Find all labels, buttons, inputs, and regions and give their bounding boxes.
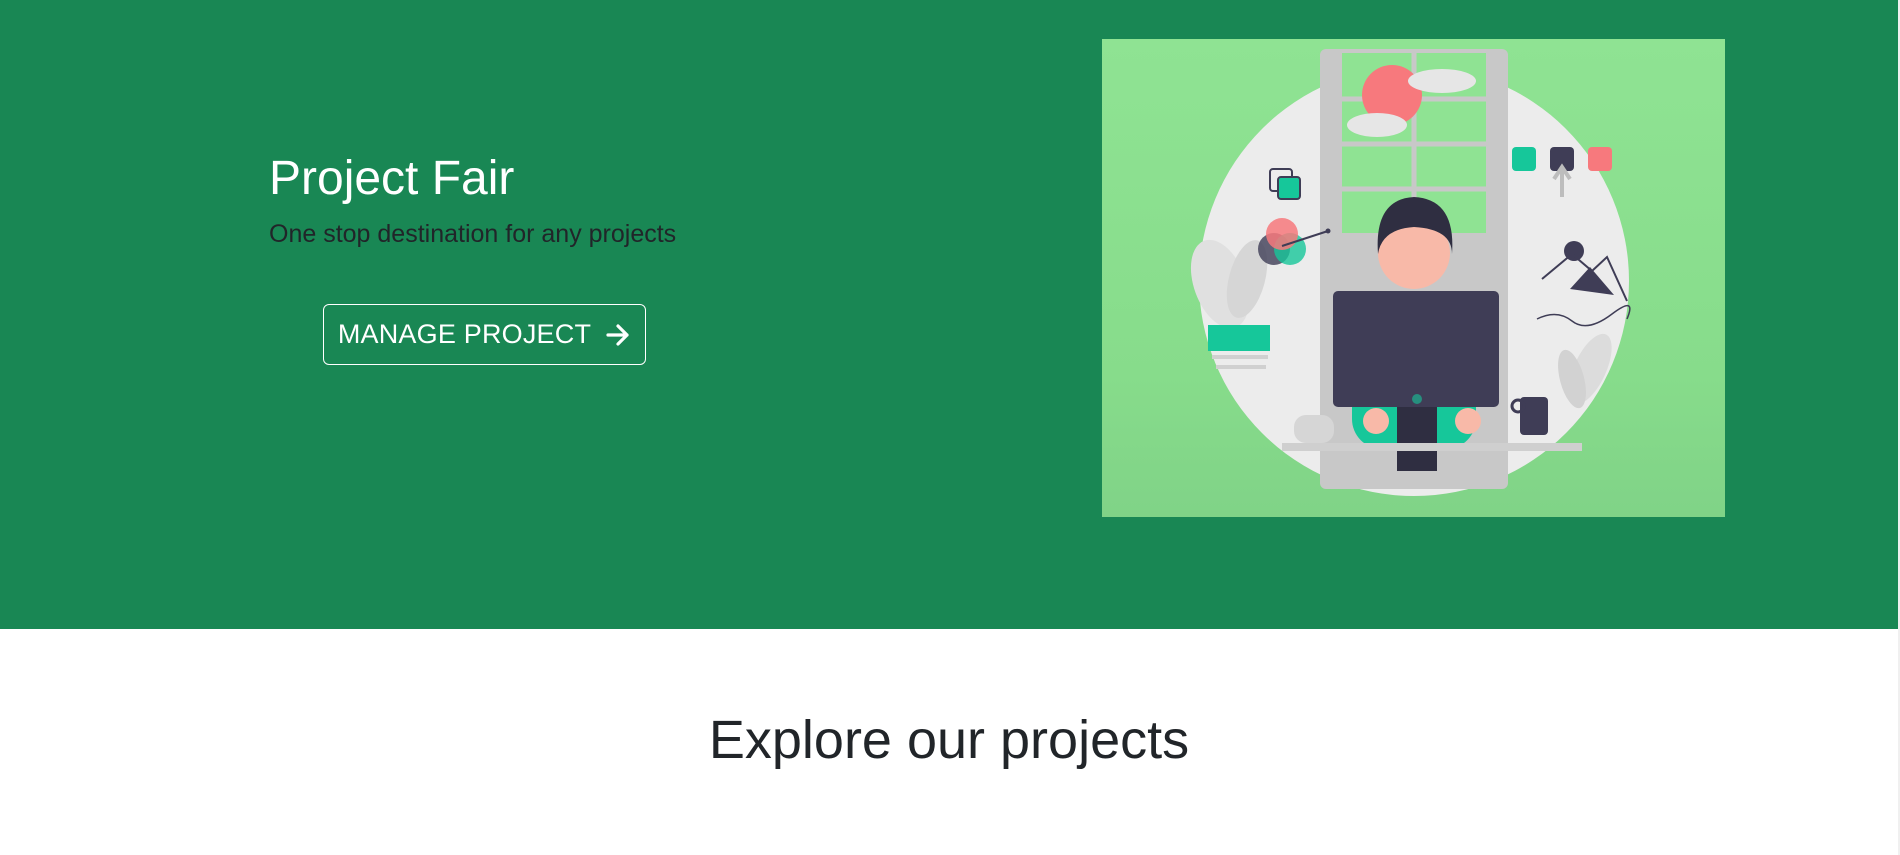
hero-section: Project Fair One stop destination for an… — [0, 0, 1898, 629]
hero-subtitle: One stop destination for any projects — [269, 220, 677, 248]
arrow-right-icon — [605, 322, 631, 348]
manage-project-button[interactable]: MANAGE PROJECT — [323, 304, 646, 365]
person-working-at-computer-illustration — [1190, 49, 1631, 496]
manage-project-label: MANAGE PROJECT — [337, 319, 592, 349]
explore-projects-heading: Explore our projects — [708, 710, 1190, 770]
hero-illustration — [1102, 39, 1725, 517]
page-title: Project Fair — [269, 152, 515, 205]
